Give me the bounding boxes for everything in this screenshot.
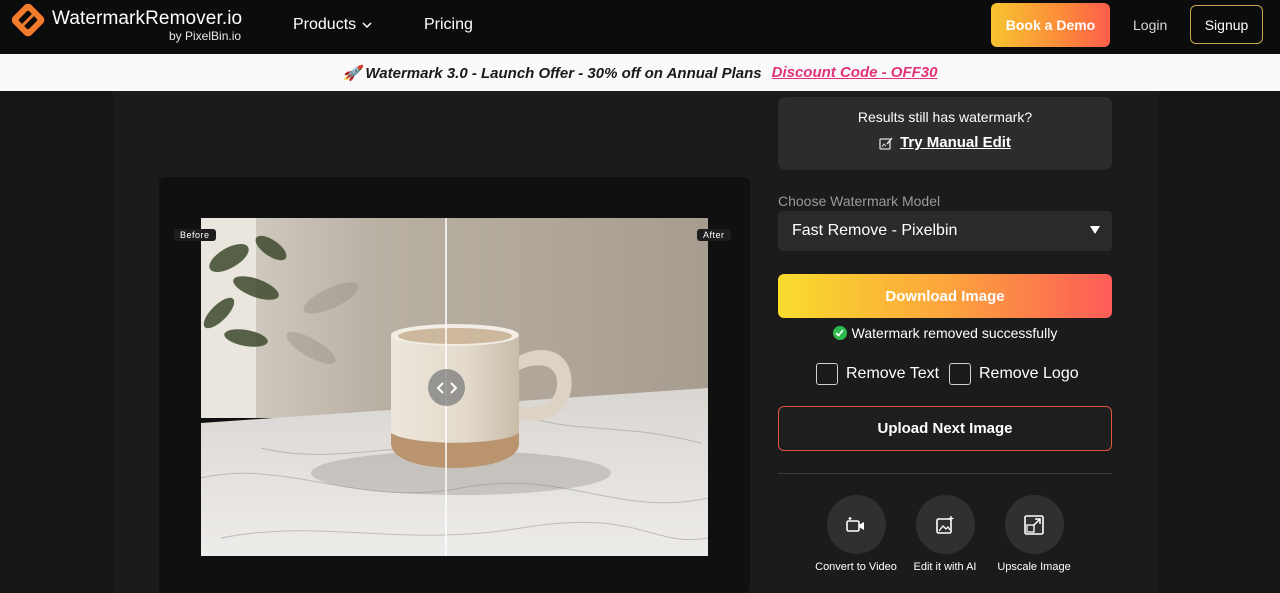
remove-logo-checkbox[interactable]: [949, 363, 971, 385]
image-sparkle-icon[interactable]: [915, 495, 975, 554]
dropdown-arrow-icon: [1090, 226, 1100, 234]
promo-code-link[interactable]: Discount Code - OFF30: [772, 64, 938, 81]
try-manual-edit-link[interactable]: Try Manual Edit: [778, 134, 1112, 151]
brand-logo[interactable]: WatermarkRemover.io by PixelBin.io: [12, 4, 252, 48]
tool-label: Edit it with AI: [913, 561, 977, 573]
tool-label: Convert to Video: [815, 561, 897, 573]
remove-logo-option[interactable]: Remove Logo: [949, 363, 1079, 385]
try-manual-edit-label: Try Manual Edit: [900, 134, 1011, 151]
edit-image-icon: [879, 136, 893, 150]
chevron-down-icon: [362, 22, 372, 29]
brand-name: WatermarkRemover.io: [52, 8, 243, 29]
divider: [778, 473, 1112, 474]
manual-edit-card: Results still has watermark? Try Manual …: [778, 97, 1112, 170]
top-navbar: WatermarkRemover.io by PixelBin.io Produ…: [0, 0, 1280, 54]
success-message: Watermark removed successfully: [778, 325, 1112, 341]
nav-products-label: Products: [293, 16, 357, 33]
tool-label: Upscale Image: [997, 561, 1071, 573]
compare-slider-handle[interactable]: [428, 369, 465, 406]
upload-next-image-button[interactable]: Upload Next Image: [778, 406, 1112, 451]
remove-text-label: Remove Text: [846, 365, 940, 382]
signup-button[interactable]: Signup: [1190, 5, 1263, 44]
tool-edit-with-ai[interactable]: Edit it with AI: [900, 495, 990, 574]
login-link[interactable]: Login: [1133, 17, 1167, 33]
watermark-model-select[interactable]: Fast Remove - Pixelbin: [778, 211, 1112, 251]
brand-sub: by PixelBin.io: [169, 29, 242, 43]
tool-upscale-image[interactable]: Upscale Image: [989, 495, 1079, 574]
before-label: Before: [174, 229, 216, 241]
nav-products[interactable]: Products: [293, 16, 372, 34]
promo-text: 🚀 Watermark 3.0 - Launch Offer - 30% off…: [342, 64, 762, 82]
upscale-icon[interactable]: [1004, 495, 1064, 554]
success-text: Watermark removed successfully: [851, 325, 1058, 341]
promo-banner: 🚀 Watermark 3.0 - Launch Offer - 30% off…: [0, 54, 1280, 91]
nav-pricing[interactable]: Pricing: [424, 16, 473, 34]
video-sparkle-icon[interactable]: [826, 495, 886, 554]
tool-convert-to-video[interactable]: Convert to Video: [811, 495, 901, 574]
book-demo-button[interactable]: Book a Demo: [991, 3, 1110, 47]
check-circle-icon: [832, 326, 847, 340]
remove-logo-label: Remove Logo: [979, 365, 1079, 382]
remove-text-option[interactable]: Remove Text: [816, 363, 939, 385]
chevron-left-right-icon: [436, 381, 457, 394]
download-image-button[interactable]: Download Image: [778, 274, 1112, 318]
remove-text-checkbox[interactable]: [816, 363, 838, 385]
after-label: After: [697, 229, 731, 241]
model-selected-value: Fast Remove - Pixelbin: [792, 222, 958, 239]
model-label: Choose Watermark Model: [778, 193, 941, 209]
manual-edit-question: Results still has watermark?: [857, 109, 1033, 125]
eraser-logo-icon: [12, 4, 45, 37]
